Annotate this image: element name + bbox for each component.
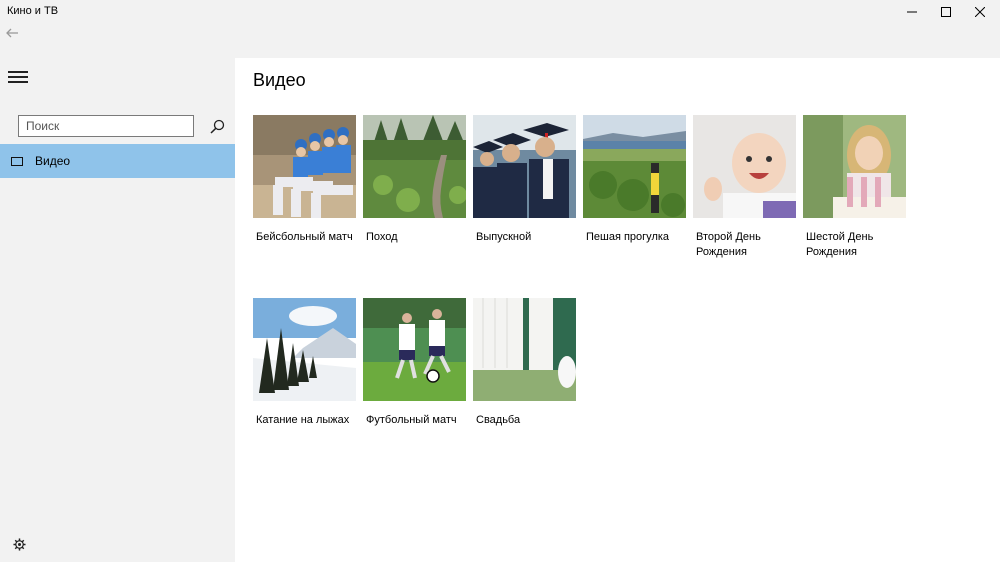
sidebar-item-label: Видео (35, 154, 71, 168)
video-tile-walk[interactable]: Пешая прогулка (583, 115, 686, 245)
video-thumbnail (363, 115, 466, 218)
minimize-button[interactable] (893, 0, 931, 23)
video-tile-sixth-birthday[interactable]: Шестой День Рождения (803, 115, 906, 260)
maximize-icon (941, 6, 951, 17)
video-thumbnail (583, 115, 686, 218)
video-thumbnail (473, 115, 576, 218)
back-arrow-icon (6, 28, 18, 38)
video-title: Пешая прогулка (586, 231, 670, 243)
video-title: Футбольный матч (366, 414, 457, 426)
gear-icon (12, 537, 26, 551)
minimize-icon (907, 11, 917, 12)
video-thumbnail (363, 298, 466, 401)
video-tile-second-birthday[interactable]: Второй День Рождения (693, 115, 796, 260)
sidebar: Видео (0, 58, 235, 562)
video-title: Бейсбольный матч (256, 231, 353, 243)
app-title: Кино и ТВ (7, 5, 59, 17)
video-icon (11, 156, 23, 166)
video-tile-hike[interactable]: Поход (363, 115, 466, 245)
video-tile-baseball[interactable]: Бейсбольный матч (253, 115, 356, 245)
close-icon (975, 6, 985, 17)
sidebar-item-video[interactable]: Видео (0, 144, 235, 178)
page-title: Видео (253, 70, 306, 90)
video-thumbnail (473, 298, 576, 401)
video-title: Катание на лыжах (256, 414, 350, 426)
video-title: Шестой День Рождения (806, 231, 874, 258)
video-title: Поход (366, 231, 398, 243)
video-tile-graduation[interactable]: Выпускной (473, 115, 576, 245)
hamburger-menu-button[interactable] (6, 68, 30, 86)
video-thumbnail (803, 115, 906, 218)
close-button[interactable] (961, 0, 999, 23)
title-bar: Кино и ТВ (0, 0, 1000, 23)
settings-button[interactable] (10, 535, 28, 553)
video-thumbnail (253, 298, 356, 401)
video-title: Свадьба (476, 414, 521, 426)
search-input[interactable] (18, 115, 194, 137)
back-button[interactable] (3, 25, 21, 41)
video-title: Выпускной (476, 231, 532, 243)
video-tile-skiing[interactable]: Катание на лыжах (253, 298, 356, 428)
back-bar (0, 23, 1000, 58)
video-tile-wedding[interactable]: Свадьба (473, 298, 576, 428)
search-icon (209, 119, 224, 134)
maximize-button[interactable] (927, 0, 965, 23)
video-tile-football[interactable]: Футбольный матч (363, 298, 466, 428)
video-thumbnail (693, 115, 796, 218)
video-title: Второй День Рождения (696, 231, 761, 258)
main-content: Видео Бейсбольный матч Поход Выпускной П… (235, 58, 1000, 562)
hamburger-icon (8, 71, 28, 73)
search-button[interactable] (207, 116, 227, 136)
video-thumbnail (253, 115, 356, 218)
